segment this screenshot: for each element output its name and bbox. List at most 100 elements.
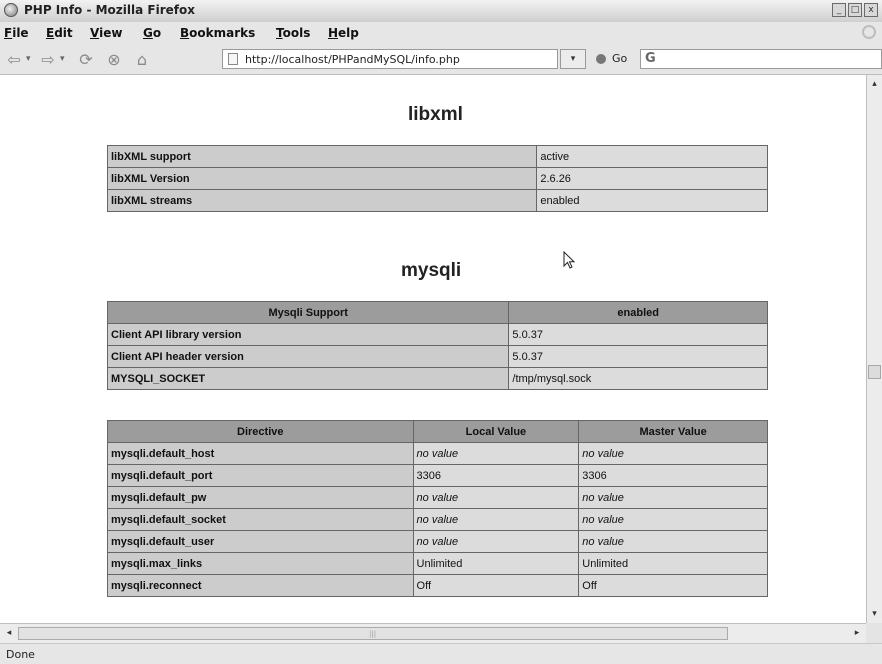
row-value: 5.0.37 — [508, 323, 768, 346]
window-controls: _ □ x — [832, 3, 878, 17]
master-value: no value — [578, 442, 768, 465]
google-icon: G — [645, 51, 656, 66]
directive-name: mysqli.reconnect — [107, 574, 414, 597]
horizontal-scroll-thumb[interactable]: ||| — [18, 627, 728, 640]
status-text: Done — [6, 648, 35, 661]
menu-help-label: elp — [338, 26, 359, 40]
throbber-icon — [862, 25, 876, 39]
master-value: 3306 — [578, 464, 768, 487]
local-value: Unlimited — [412, 552, 580, 575]
column-header: Local Value — [412, 420, 580, 443]
page-content: libxml libXML support active libXML Versi… — [0, 75, 866, 623]
url-input[interactable]: http://localhost/PHPandMySQL/info.php — [222, 49, 558, 69]
menu-tools-access-key: T — [276, 26, 283, 40]
table-row: libXML streams enabled — [106, 189, 768, 212]
row-value: /tmp/mysql.sock — [508, 367, 768, 390]
menu-view-label: iew — [99, 26, 123, 40]
master-value: no value — [578, 486, 768, 509]
table-row: mysqli.default_port 3306 3306 — [107, 464, 768, 487]
menu-tools-label: ools — [282, 26, 311, 40]
scroll-right-arrow-icon[interactable]: ▸ — [850, 626, 864, 640]
mouse-cursor-icon — [563, 251, 576, 269]
table-row: mysqli.default_host no value no value — [107, 442, 768, 465]
forward-dropdown-icon[interactable]: ▾ — [60, 54, 65, 64]
horizontal-scrollbar[interactable]: ◂ ||| ▸ — [0, 623, 866, 643]
table-header-row: Directive Local Value Master Value — [107, 420, 768, 443]
column-header: Directive — [107, 420, 414, 443]
local-value: Off — [412, 574, 580, 597]
menu-edit-access-key: E — [46, 26, 55, 40]
maximize-button[interactable]: □ — [848, 3, 862, 17]
directive-name: mysqli.default_socket — [107, 508, 414, 531]
firefox-icon — [4, 3, 18, 17]
menu-bookmarks[interactable]: Bookmarks — [180, 26, 255, 40]
mysqli-heading: mysqli — [401, 260, 462, 281]
close-button[interactable]: x — [864, 3, 878, 17]
menu-go-access-key: G — [143, 26, 153, 40]
vertical-scrollbar[interactable]: ▴ ▾ — [866, 75, 882, 623]
status-bar: Done — [0, 643, 882, 664]
menu-view[interactable]: View — [90, 26, 122, 40]
stop-icon[interactable]: ⊗ — [104, 49, 124, 69]
menu-view-access-key: V — [90, 26, 100, 40]
table-row: Client API header version 5.0.37 — [106, 345, 768, 368]
scroll-down-arrow-icon[interactable]: ▾ — [868, 607, 881, 621]
row-value: enabled — [536, 189, 768, 212]
scrollbar-corner — [866, 623, 882, 643]
scroll-up-arrow-icon[interactable]: ▴ — [868, 77, 881, 91]
back-arrow-icon[interactable]: ⇦ — [4, 49, 24, 69]
column-header: Mysqli Support — [106, 301, 510, 324]
libxml-table: libXML support active libXML Version 2.6.2… — [106, 145, 768, 212]
go-button[interactable]: Go — [612, 52, 627, 65]
menu-go[interactable]: Go — [143, 26, 161, 40]
local-value: no value — [412, 486, 580, 509]
menu-bar: File Edit View Go Bookmarks Tools Help — [0, 22, 882, 44]
forward-arrow-icon[interactable]: ⇨ — [38, 49, 58, 69]
menu-tools[interactable]: Tools — [276, 26, 310, 40]
url-text: http://localhost/PHPandMySQL/info.php — [245, 53, 460, 66]
menu-help[interactable]: Help — [328, 26, 359, 40]
row-value: 5.0.37 — [508, 345, 768, 368]
local-value: no value — [412, 442, 580, 465]
url-history-dropdown-icon[interactable]: ▾ — [560, 49, 586, 69]
table-row: MYSQLI_SOCKET/tmp/mysql.sock — [106, 367, 768, 390]
row-label: Client API header version — [106, 345, 510, 368]
scroll-grip-icon: ||| — [369, 630, 377, 638]
table-row: mysqli.default_pw no value no value — [107, 486, 768, 509]
go-icon[interactable] — [596, 54, 606, 64]
menu-file-label: ile — [12, 26, 29, 40]
page-icon — [228, 53, 238, 65]
directive-name: mysqli.default_host — [107, 442, 414, 465]
mysqli-directive-table: Directive Local Value Master Value mysqli.… — [107, 420, 768, 597]
row-label: MYSQLI_SOCKET — [106, 367, 510, 390]
menu-bookmarks-access-key: B — [180, 26, 190, 40]
row-value: 2.6.26 — [536, 167, 768, 190]
search-input[interactable]: G — [640, 49, 882, 69]
table-row: mysqli.reconnect Off Off — [107, 574, 768, 597]
vertical-scroll-thumb[interactable] — [868, 365, 881, 379]
master-value: no value — [578, 508, 768, 531]
local-value: 3306 — [412, 464, 580, 487]
directive-name: mysqli.default_user — [107, 530, 414, 553]
menu-edit[interactable]: Edit — [46, 26, 73, 40]
menu-file[interactable]: File — [4, 26, 29, 40]
home-icon[interactable]: ⌂ — [132, 49, 152, 69]
mysqli-support-table: Mysqli Support enabled Client API library… — [106, 301, 768, 390]
window-title: PHP Info - Mozilla Firefox — [24, 3, 195, 17]
column-header: enabled — [508, 301, 768, 324]
row-label: libXML Version — [106, 167, 538, 190]
menu-help-access-key: H — [328, 26, 339, 40]
column-header: Master Value — [578, 420, 768, 443]
directive-name: mysqli.default_port — [107, 464, 414, 487]
master-value: Unlimited — [578, 552, 768, 575]
minimize-button[interactable]: _ — [832, 3, 846, 17]
table-row: mysqli.max_links Unlimited Unlimited — [107, 552, 768, 575]
row-label: Client API library version — [106, 323, 510, 346]
master-value: Off — [578, 574, 768, 597]
libxml-heading: libxml — [408, 104, 463, 125]
table-row: mysqli.default_socket no value no value — [107, 508, 768, 531]
reload-icon[interactable]: ⟳ — [76, 49, 96, 69]
menu-go-label: o — [152, 26, 162, 40]
back-dropdown-icon[interactable]: ▾ — [26, 54, 31, 64]
scroll-left-arrow-icon[interactable]: ◂ — [2, 626, 16, 640]
